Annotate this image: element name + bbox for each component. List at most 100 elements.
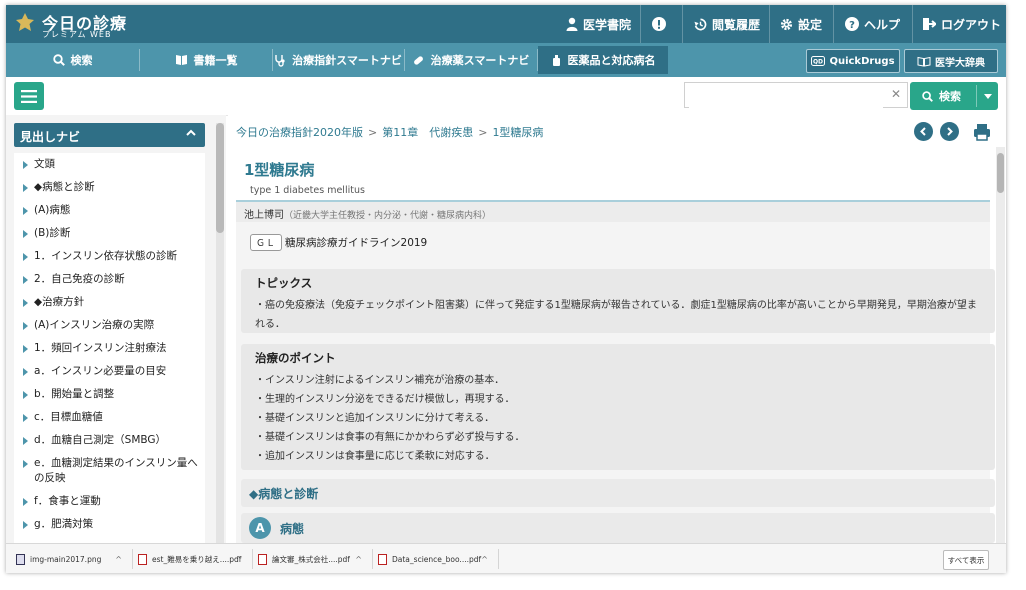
divider <box>912 5 913 43</box>
search-button[interactable]: 検索 <box>910 82 998 110</box>
sidebar-item[interactable]: (B)診断 <box>14 222 205 245</box>
help-label: ヘルプ <box>864 17 901 32</box>
sidebar-item[interactable]: 文頭 <box>14 153 205 176</box>
logout-button[interactable]: ログアウト <box>922 5 1001 43</box>
svg-text:?: ? <box>849 20 855 31</box>
chevron-up-icon[interactable]: ^ <box>115 555 122 564</box>
triangle-right-icon <box>23 437 28 445</box>
sidebar-item-label: 1．頻回インスリン注射療法 <box>34 342 167 354</box>
sidebar-item[interactable]: g．肥満対策 <box>14 513 205 536</box>
sidebar-item-label: b．開始量と調整 <box>34 388 115 400</box>
triangle-right-icon <box>23 161 28 169</box>
download-filename: 論文審_株式会社....pdf <box>272 554 350 564</box>
content-scrollbar[interactable] <box>996 147 1005 543</box>
next-button[interactable] <box>940 122 959 141</box>
download-item[interactable]: img-main2017.png ^ <box>16 544 128 573</box>
point-item: ・追加インスリンは食事量に応じて柔軟に対応する． <box>255 451 495 462</box>
divider <box>833 5 834 43</box>
sidebar-item[interactable]: 1．インスリン依存状態の診断 <box>14 245 205 268</box>
tab-drug-disease[interactable]: 医薬品と対応病名 <box>538 46 668 74</box>
user-label: 医学書院 <box>583 17 632 32</box>
download-filename: img-main2017.png <box>30 554 102 564</box>
chevron-right-icon <box>947 127 953 136</box>
divider <box>372 549 373 569</box>
guideline-text: 糖尿病診療ガイドライン2019 <box>285 237 428 249</box>
help-button[interactable]: ? ヘルプ <box>845 5 900 43</box>
alert-button[interactable] <box>652 5 666 43</box>
sidebar-item[interactable]: a．インスリン必要量の目安 <box>14 360 205 383</box>
user-icon <box>566 17 578 31</box>
author-affiliation: （近畿大学主任教授・内分泌・代謝・糖尿病内科） <box>284 211 492 221</box>
sidebar-scrollbar[interactable] <box>216 123 224 543</box>
scrollbar-thumb[interactable] <box>997 153 1004 193</box>
scrollbar-thumb[interactable] <box>216 123 224 233</box>
tab-search[interactable]: 検索 <box>6 46 139 74</box>
chevron-up-icon[interactable]: ^ <box>355 555 362 564</box>
user-menu[interactable]: 医学書院 <box>566 5 631 43</box>
title-block: 1型糖尿病 type 1 diabetes mellitus <box>236 149 990 202</box>
menu-button[interactable] <box>14 82 44 110</box>
triangle-right-icon <box>23 368 28 376</box>
triangle-right-icon <box>23 345 28 353</box>
download-item[interactable]: est_難易を乗り越え....pdf ^ <box>138 544 248 573</box>
chevron-up-icon[interactable] <box>185 127 197 139</box>
sidebar-item[interactable]: (A)病態 <box>14 199 205 222</box>
sidebar-item[interactable]: b．開始量と調整 <box>14 383 205 406</box>
breadcrumb-link[interactable]: 第11章 代謝疾患 <box>382 126 473 139</box>
image-file-icon <box>16 553 25 565</box>
sidebar-item[interactable]: (A)インスリン治療の実際 <box>14 314 205 337</box>
subsection-label: 病態 <box>280 522 305 536</box>
sidebar-item[interactable]: 2．自己免疫の診断 <box>14 268 205 291</box>
chevron-up-icon[interactable]: ^ <box>235 555 242 564</box>
sidebar-item-label: (A)病態 <box>34 204 71 216</box>
tab-drug-navi[interactable]: 治療薬スマートナビ <box>405 46 536 74</box>
alert-icon <box>652 17 666 31</box>
breadcrumb-link[interactable]: 今日の治療指針2020年版 <box>236 126 363 139</box>
download-item[interactable]: 論文審_株式会社....pdf ^ <box>258 544 368 573</box>
dictionary-button[interactable]: 医学大辞典 <box>904 49 998 73</box>
sidebar-item-label: f．食事と運動 <box>34 495 101 507</box>
tab-label: 治療薬スマートナビ <box>430 54 530 67</box>
sidebar-item[interactable]: d．血糖自己測定（SMBG） <box>14 429 205 452</box>
sidebar-item[interactable]: e．血糖測定結果のインスリン量への反映 <box>14 452 205 490</box>
download-item[interactable]: Data_science_boo....pdf ^ <box>378 544 494 573</box>
sidebar-item[interactable]: ◆治療方針 <box>14 291 205 314</box>
sidebar-item[interactable]: c．目標血糖値 <box>14 406 205 429</box>
points-heading: 治療のポイント <box>255 351 336 365</box>
sidebar-item[interactable]: f．食事と運動 <box>14 490 205 513</box>
search-input[interactable] <box>689 84 883 108</box>
logo-subtitle: プレミアム WEB <box>42 30 112 39</box>
chevron-up-icon[interactable]: ^ <box>481 555 488 564</box>
caret-down-icon[interactable] <box>984 94 992 99</box>
top-bar: 今日の診療 プレミアム WEB 医学書院 閲覧履歴 設定 ? ヘルプ ログアウト <box>6 5 1006 43</box>
prev-button[interactable] <box>914 122 933 141</box>
settings-button[interactable]: 設定 <box>780 5 822 43</box>
tab-label: 書籍一覧 <box>193 54 238 67</box>
triangle-right-icon <box>23 184 28 192</box>
clear-icon[interactable]: ✕ <box>891 87 901 101</box>
sidebar-header[interactable]: 見出しナビ <box>14 123 205 147</box>
triangle-right-icon <box>23 460 28 468</box>
logo[interactable]: 今日の診療 プレミアム WEB <box>14 8 144 40</box>
sidebar-list: 文頭 ◆病態と診断 (A)病態 (B)診断 1．インスリン依存状態の診断 2．自… <box>14 153 205 545</box>
sidebar-item[interactable]: ◆病態と診断 <box>14 176 205 199</box>
author-name: 池上博司 <box>244 210 284 221</box>
quickdrugs-button[interactable]: QD QuickDrugs <box>806 49 900 73</box>
guideline-link[interactable]: ＧＬ 糖尿病診療ガイドライン2019 <box>250 234 427 251</box>
download-bar: img-main2017.png ^ est_難易を乗り越え....pdf ^ … <box>6 543 1006 573</box>
tab-books[interactable]: 書籍一覧 <box>140 46 272 74</box>
open-book-icon <box>917 56 931 67</box>
sidebar-item-label: ◆治療方針 <box>34 296 85 308</box>
search-button-label: 検索 <box>939 90 961 103</box>
sidebar-item[interactable]: 1．頻回インスリン注射療法 <box>14 337 205 360</box>
breadcrumb-current[interactable]: 1型糖尿病 <box>492 126 543 139</box>
tab-therapy-navi[interactable]: 治療指針スマートナビ <box>273 46 403 74</box>
quickdrugs-label: QuickDrugs <box>829 55 895 67</box>
subsection-letter: A <box>249 517 271 539</box>
history-button[interactable]: 閲覧履歴 <box>694 5 760 43</box>
article-title: 1型糖尿病 <box>244 161 315 179</box>
show-all-button[interactable]: すべて表示 <box>943 550 989 570</box>
divider <box>682 5 683 43</box>
print-icon[interactable] <box>972 122 992 142</box>
content-pane: 今日の治療指針2020年版 > 第11章 代謝疾患 >1型糖尿病 1型糖尿病 type… <box>228 115 1006 543</box>
